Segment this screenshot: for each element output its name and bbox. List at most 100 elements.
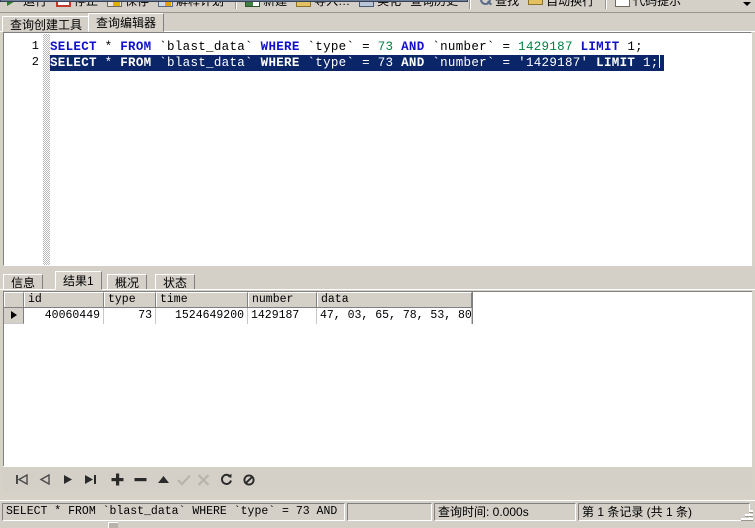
result-tabstrip: 信息 结果1 概况 状态 (0, 271, 755, 290)
toolbar-separator-3 (605, 0, 608, 9)
tab-info[interactable]: 信息 (3, 274, 44, 290)
main-toolbar-items: 运行 停止 保存 解释计划 新建 导入… 美化 查询历史 查找 自动换行 代码提… (0, 0, 687, 12)
status-query-time: 查询时间: 0.000s (434, 503, 576, 521)
grid-cell-id[interactable]: 40060449 (24, 308, 104, 324)
sql-token: 1429187 (518, 40, 573, 54)
text-caret (658, 55, 660, 68)
stop-icon (242, 473, 255, 486)
status-query-text: SELECT * FROM `blast_data` WHERE `type` … (2, 503, 345, 521)
table-row[interactable]: 40060449 73 1524649200 1429187 47, 03, 65, 7… (4, 308, 472, 324)
toolbar-history-button[interactable]: 查询历史 (0, 0, 468, 11)
row-indicator[interactable] (4, 308, 24, 324)
line-number: 1 (31, 39, 39, 53)
refresh-button[interactable] (218, 471, 235, 488)
add-record-button[interactable] (109, 471, 126, 488)
tab-query-editor[interactable]: 查询编辑器 (88, 13, 165, 32)
sql-token: 73 (377, 40, 394, 54)
sql-editor-inner[interactable]: 1 2 SELECT * FROM `blast_data` WHERE `ty… (5, 34, 751, 265)
sql-editor[interactable]: 1 2 SELECT * FROM `blast_data` WHERE `ty… (3, 32, 752, 266)
find-icon (479, 0, 492, 7)
tab-status-label: 状态 (163, 276, 188, 290)
tab-status[interactable]: 状态 (155, 274, 196, 290)
gutter-separator (43, 34, 50, 265)
grid-column-header[interactable]: id (24, 292, 104, 307)
next-record-icon (63, 475, 72, 484)
edit-record-icon (158, 476, 169, 483)
grid-column-header[interactable]: number (248, 292, 317, 307)
sql-token: `blast_data` (151, 56, 261, 70)
tab-info-label: 信息 (11, 276, 36, 290)
sql-token: `blast_data` (151, 40, 261, 54)
delete-record-button[interactable] (132, 471, 149, 488)
info-icon (615, 0, 631, 7)
editor-tabstrip: 查询创建工具 查询编辑器 (0, 13, 755, 32)
grid-column-header[interactable]: data (317, 292, 472, 307)
grid-cell-time[interactable]: 1524649200 (156, 308, 248, 324)
sql-token: 73 (377, 56, 394, 70)
sql-token: '1429187' (518, 56, 589, 70)
sql-token: LIMIT (596, 56, 636, 70)
grid-right-edge (472, 292, 473, 324)
toolbar-overflow-button[interactable] (740, 0, 753, 12)
toolbar-find-label: 查找 (495, 0, 520, 8)
delete-record-icon (134, 478, 147, 482)
toolbar-hint-button[interactable]: 代码提示 (612, 0, 686, 11)
sql-token: WHERE (260, 40, 300, 54)
grid-cell-data[interactable]: 47, 03, 65, 78, 53, 80, 45, 35, ' (317, 308, 472, 324)
main-toolbar: 运行 停止 保存 解释计划 新建 导入… 美化 查询历史 查找 自动换行 代码提… (0, 0, 755, 13)
grid-icon (0, 0, 468, 2)
tab-result1[interactable]: 结果1 (55, 271, 102, 290)
sql-line-1[interactable]: SELECT * FROM `blast_data` WHERE `type` … (50, 39, 643, 55)
grid-cell-type[interactable]: 73 (104, 308, 156, 324)
toolbar-find-button[interactable]: 查找 (476, 0, 524, 11)
apply-change-button[interactable] (175, 471, 192, 488)
stop-button[interactable] (240, 471, 257, 488)
tab-result1-label: 结果1 (63, 274, 94, 288)
apply-change-icon (176, 474, 191, 486)
result-grid-body[interactable]: id type time number data 40060449 73 152464920… (4, 292, 472, 324)
cancel-change-icon (197, 473, 210, 486)
grid-corner-cell (4, 292, 24, 307)
toolbar-wrap-button[interactable]: 自动换行 (525, 0, 599, 11)
previous-record-button[interactable] (36, 471, 53, 488)
first-record-button[interactable] (13, 471, 30, 488)
sql-code-area[interactable]: SELECT * FROM `blast_data` WHERE `type` … (50, 34, 751, 265)
tab-profile-label: 概况 (115, 276, 140, 290)
toolbar-hint-label: 代码提示 (633, 0, 682, 8)
window-bottom-notch (108, 522, 118, 528)
sql-token: `number` = (424, 56, 519, 70)
result-grid-rows[interactable]: 40060449 73 1524649200 1429187 47, 03, 65, 7… (4, 308, 472, 324)
chevron-down-icon (742, 2, 751, 6)
tab-query-builder[interactable]: 查询创建工具 (2, 16, 91, 32)
status-spare-panel (347, 503, 432, 521)
sql-line-2[interactable]: SELECT * FROM `blast_data` WHERE `type` … (50, 55, 664, 71)
result-grid-header: id type time number data (4, 292, 472, 308)
cancel-change-button[interactable] (195, 471, 212, 488)
tab-profile[interactable]: 概况 (107, 274, 148, 290)
current-row-arrow-icon (11, 311, 17, 319)
sql-token: 1; (619, 40, 643, 54)
sql-token: AND (401, 40, 425, 54)
last-record-icon (85, 475, 96, 484)
last-record-button[interactable] (82, 471, 99, 488)
edit-record-button[interactable] (155, 471, 172, 488)
previous-record-icon (39, 474, 50, 485)
sql-token: LIMIT (580, 40, 620, 54)
grid-column-header[interactable]: time (156, 292, 248, 307)
tab-query-builder-label: 查询创建工具 (10, 18, 83, 32)
resize-grip-icon[interactable] (740, 508, 753, 521)
line-number-gutter: 1 2 (5, 34, 43, 265)
status-record-info: 第 1 条记录 (共 1 条) (578, 503, 750, 521)
grid-cell-number[interactable]: 1429187 (248, 308, 317, 324)
next-record-button[interactable] (59, 471, 76, 488)
result-grid[interactable]: id type time number data 40060449 73 152464920… (3, 291, 752, 466)
toolbar-wrap-label: 自动换行 (546, 0, 595, 8)
sql-token: SELECT (50, 56, 97, 70)
first-record-icon (16, 474, 28, 485)
sql-token: * (96, 40, 121, 54)
grid-column-header[interactable]: type (104, 292, 156, 307)
